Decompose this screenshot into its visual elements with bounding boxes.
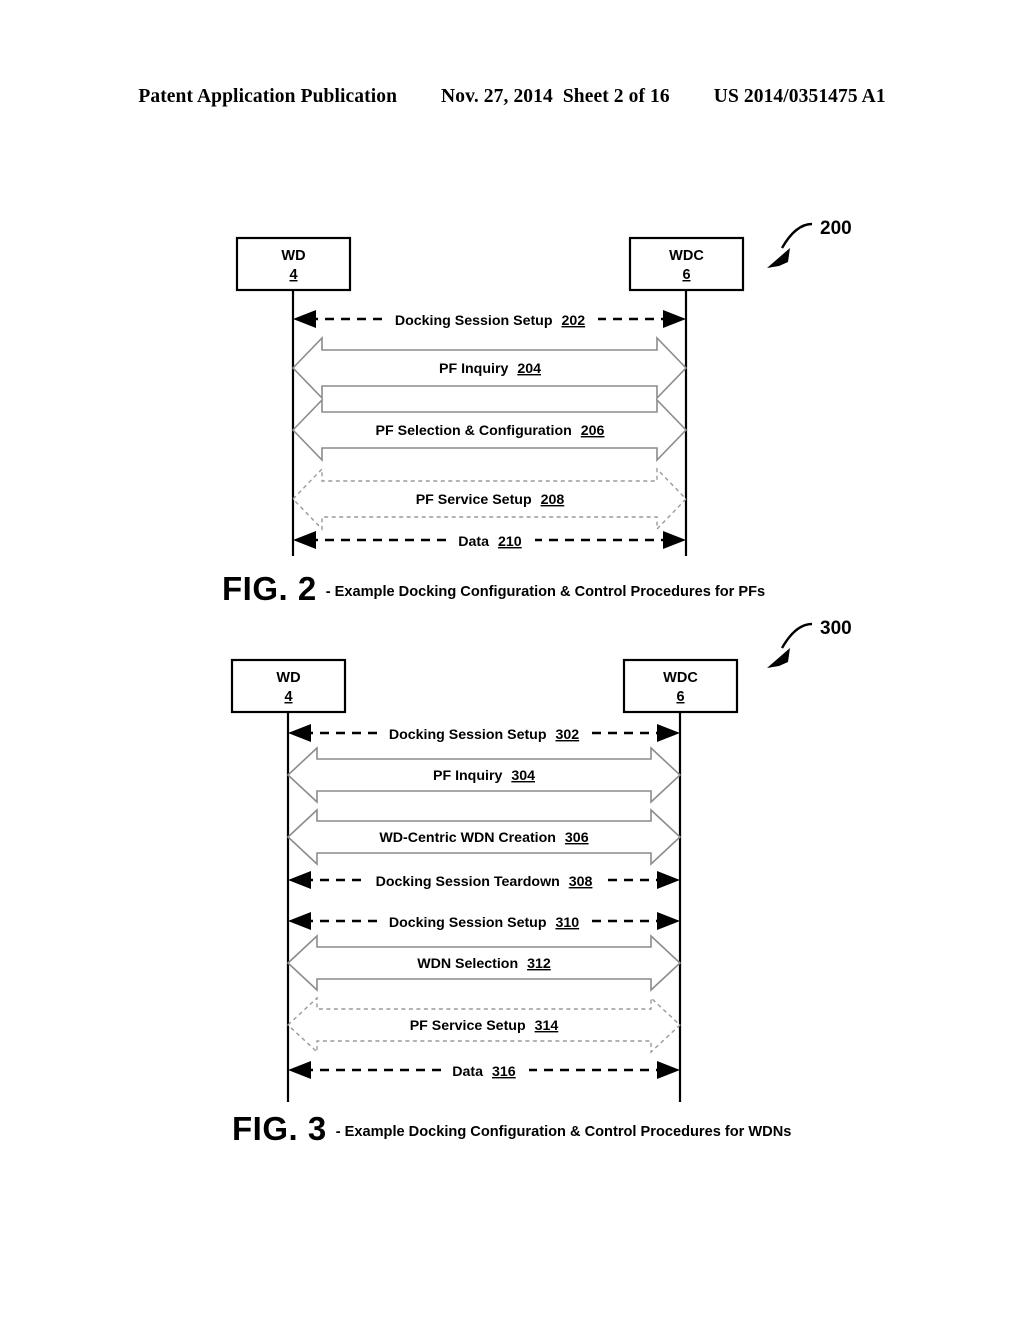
figure-3-message-304-text: PF Inquiry 304 — [433, 768, 535, 784]
figure-2-message-204: PF Inquiry 204 — [291, 336, 688, 400]
header-publication-title: Patent Application Publication — [138, 86, 398, 107]
header-date: Nov. 27, 2014 — [441, 86, 553, 107]
figure-2-sequence-diagram: 200 WD 4 WDC 6 Docking Session Setup 202 — [235, 218, 852, 556]
figure-2-message-206: PF Selection & Configuration 206 — [291, 398, 688, 462]
figure-3-message-310: Docking Session Setup 310 — [288, 911, 680, 931]
figure-3-message-314: PF Service Setup 314 — [286, 996, 682, 1054]
figure-3-message-308: Docking Session Teardown 308 — [288, 870, 680, 890]
figure-3-message-306-label: WD-Centric WDN Creation — [379, 830, 556, 846]
figure-3-message-302-label: Docking Session Setup — [389, 727, 547, 743]
figure-3-callout-number: 300 — [820, 618, 852, 639]
figure-3-message-314-text: PF Service Setup 314 — [410, 1018, 559, 1034]
figure-2: 200 WD 4 WDC 6 Docking Session Setup 202 — [0, 200, 1024, 610]
figure-3-caption: FIG. 3 - Example Docking Configuration &… — [232, 1110, 791, 1148]
figure-2-node-wdc: WDC 6 — [628, 236, 745, 292]
figure-3-message-312-label: WDN Selection — [417, 956, 518, 972]
figure-2-message-210-text: Data 210 — [458, 534, 521, 550]
figure-3-message-316-text: Data 316 — [452, 1064, 515, 1080]
figure-3-message-306-ref: 306 — [565, 830, 589, 846]
figure-2-node-wd-name: WD — [281, 248, 305, 264]
figure-2-callout-number: 200 — [820, 218, 852, 239]
figure-3-message-304: PF Inquiry 304 — [286, 746, 682, 804]
figure-2-caption-text: - Example Docking Configuration & Contro… — [325, 584, 766, 600]
figure-3-sequence-diagram: 300 WD 4 WDC 6 Docking Session Setup 302 — [230, 618, 852, 1102]
figure-3-caption-number: FIG. 3 — [232, 1110, 327, 1147]
figure-2-message-206-ref: 206 — [581, 423, 605, 439]
figure-3-node-wd: WD 4 — [230, 658, 347, 714]
figure-3-message-308-text: Docking Session Teardown 308 — [376, 874, 593, 890]
figure-2-message-206-text: PF Selection & Configuration 206 — [376, 423, 605, 439]
figure-2-message-202: Docking Session Setup 202 — [293, 309, 686, 329]
figure-3-message-314-label: PF Service Setup — [410, 1018, 526, 1034]
figure-3-message-306-text: WD-Centric WDN Creation 306 — [379, 830, 588, 846]
figure-2-message-210: Data 210 — [293, 530, 686, 550]
figure-3-message-310-ref: 310 — [555, 915, 579, 931]
figure-2-node-wd-ref: 4 — [289, 267, 297, 283]
figure-3-message-316: Data 316 — [288, 1060, 680, 1080]
figure-2-message-204-label: PF Inquiry — [439, 361, 508, 377]
figure-3-message-306: WD-Centric WDN Creation 306 — [286, 808, 682, 866]
figure-3-message-310-label: Docking Session Setup — [389, 915, 547, 931]
figure-3-message-302: Docking Session Setup 302 — [288, 723, 680, 743]
figure-2-message-210-label: Data — [458, 534, 489, 550]
figure-2-message-208: PF Service Setup 208 — [292, 467, 687, 531]
figure-2-message-204-text: PF Inquiry 204 — [439, 361, 541, 377]
figure-2-callout: 200 — [767, 218, 852, 268]
figure-3-node-wd-name: WD — [276, 670, 300, 686]
figure-2-message-202-label: Docking Session Setup — [395, 313, 553, 329]
figure-3-message-312: WDN Selection 312 — [286, 934, 682, 992]
figure-3-message-308-label: Docking Session Teardown — [376, 874, 560, 890]
figure-3-node-wdc: WDC 6 — [622, 658, 739, 714]
figure-3-message-302-ref: 302 — [555, 727, 579, 743]
figure-2-message-202-ref: 202 — [561, 313, 585, 329]
figure-3-node-wd-ref: 4 — [284, 689, 292, 705]
figure-2-message-208-ref: 208 — [541, 492, 565, 508]
figure-3-message-312-text: WDN Selection 312 — [417, 956, 551, 972]
figure-2-node-wd: WD 4 — [235, 236, 352, 292]
figure-3-message-316-ref: 316 — [492, 1064, 516, 1080]
figure-3-callout: 300 — [767, 618, 852, 668]
figure-3-node-wdc-ref: 6 — [676, 689, 684, 705]
figure-2-message-206-label: PF Selection & Configuration — [376, 423, 572, 439]
header-sheet-number: Sheet 2 of 16 — [562, 86, 670, 107]
figure-3-message-312-ref: 312 — [527, 956, 551, 972]
figure-3-caption-text: - Example Docking Configuration & Contro… — [335, 1124, 792, 1140]
figure-2-message-210-ref: 210 — [498, 534, 522, 550]
header-patent-number: US 2014/0351475 A1 — [713, 86, 886, 107]
figure-3-message-308-ref: 308 — [569, 874, 593, 890]
figure-2-message-208-text: PF Service Setup 208 — [416, 492, 565, 508]
figure-3-message-316-label: Data — [452, 1064, 483, 1080]
figure-3: 300 WD 4 WDC 6 Docking Session Setup 302 — [0, 600, 1024, 1160]
figure-3-node-wdc-name: WDC — [663, 670, 698, 686]
figure-2-node-wdc-name: WDC — [669, 248, 704, 264]
figure-3-message-304-label: PF Inquiry — [433, 768, 502, 784]
figure-3-message-314-ref: 314 — [535, 1018, 559, 1034]
figure-2-node-wdc-ref: 6 — [682, 267, 690, 283]
figure-2-message-208-label: PF Service Setup — [416, 492, 532, 508]
page-header: Patent Application Publication Nov. 27, … — [0, 86, 1024, 112]
figure-3-message-304-ref: 304 — [511, 768, 535, 784]
figure-2-message-204-ref: 204 — [517, 361, 541, 377]
